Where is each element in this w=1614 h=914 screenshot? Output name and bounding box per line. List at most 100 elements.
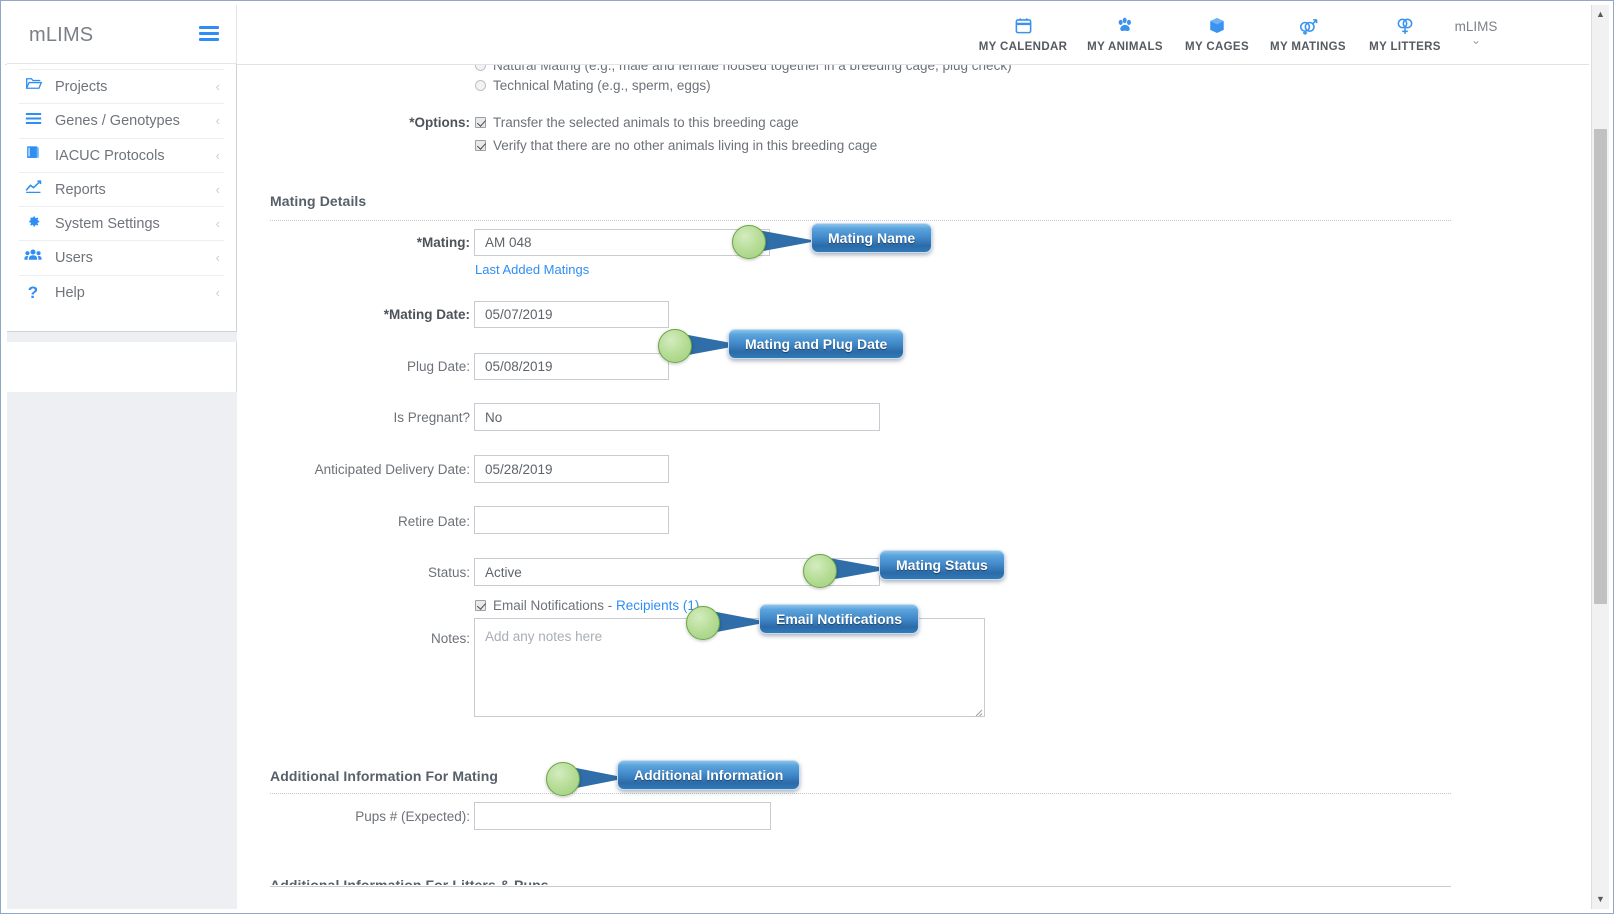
option-transfer-checkbox[interactable]: [475, 117, 486, 128]
technical-mating-radio[interactable]: [475, 80, 486, 91]
option-verify-row[interactable]: Verify that there are no other animals l…: [475, 138, 877, 153]
sidebar-item-label: System Settings: [55, 216, 160, 233]
option-verify-checkbox[interactable]: [475, 140, 486, 151]
chevron-left-icon: ‹: [215, 113, 220, 129]
plug-date-label: Plug Date:: [406, 359, 470, 374]
sidebar-item-projects[interactable]: Projects ‹: [19, 70, 224, 105]
mating-date-input[interactable]: [474, 301, 669, 328]
sidebar-item-help[interactable]: ? Help ‹: [19, 276, 224, 310]
is-pregnant-label: Is Pregnant?: [393, 410, 470, 425]
callout-bubble: Mating Name: [811, 223, 933, 253]
anticipated-delivery-date-label: Anticipated Delivery Date:: [314, 462, 470, 477]
notes-label: Notes:: [430, 631, 470, 646]
email-notifications-checkbox[interactable]: [475, 600, 486, 611]
topnav-label: MY MATINGS: [1270, 41, 1346, 53]
mating-date-label: *Mating Date:: [383, 307, 470, 322]
litters-pups-heading: Additional Information For Litters & Pup…: [270, 877, 549, 885]
pups-expected-input[interactable]: [474, 802, 771, 830]
last-added-matings-link[interactable]: Last Added Matings: [475, 262, 589, 277]
sidebar-item-genes-genotypes[interactable]: Genes / Genotypes ‹: [19, 104, 224, 139]
callout-anchor-dot: [732, 225, 766, 259]
mating-details-divider: [270, 220, 1451, 221]
recipients-link[interactable]: Recipients (1): [616, 598, 699, 613]
mating-label: *Mating:: [416, 235, 470, 250]
sidebar-item-label: Projects: [55, 79, 108, 95]
sidebar-item-iacuc-protocols[interactable]: IACUC Protocols ‹: [19, 139, 224, 173]
sidebar-lower-white-panel: [7, 342, 237, 392]
sidebar-lower-fill: [7, 392, 237, 909]
sidebar-item-system-settings[interactable]: System Settings ‹: [19, 207, 224, 242]
topnav-item-my-matings[interactable]: MY MATINGS: [1253, 15, 1363, 53]
option-transfer-label: Transfer the selected animals to this br…: [493, 115, 799, 130]
sidebar-item-users[interactable]: Users ‹: [19, 241, 224, 276]
callout-anchor-dot: [686, 606, 720, 640]
sidebar-item-label: Genes / Genotypes: [55, 113, 180, 130]
retire-date-label: Retire Date:: [397, 514, 470, 529]
options-label: *Options:: [409, 115, 470, 130]
email-notifications-row[interactable]: Email Notifications - Recipients (1): [475, 598, 699, 613]
natural-mating-radio-row[interactable]: Natural Mating (e.g., male and female ho…: [475, 65, 1175, 74]
status-label: Status:: [427, 565, 470, 580]
additional-information-divider: [270, 793, 1451, 794]
topnav-label: MY CALENDAR: [978, 41, 1068, 53]
mating-symbols-icon: [1253, 15, 1363, 37]
email-notifications-separator: -: [604, 598, 617, 613]
is-pregnant-input[interactable]: [474, 403, 880, 431]
scroll-down-arrow-icon[interactable]: ▼: [1592, 891, 1609, 908]
technical-mating-label: Technical Mating (e.g., sperm, eggs): [493, 78, 711, 93]
callout-bubble: Additional Information: [617, 760, 801, 790]
sidebar: Litters ‹ Projects ‹: [7, 64, 237, 332]
textarea-resize-handle[interactable]: [974, 708, 983, 717]
option-verify-label: Verify that there are no other animals l…: [493, 138, 878, 153]
technical-mating-radio-row[interactable]: Technical Mating (e.g., sperm, eggs): [475, 78, 711, 93]
chevron-left-icon: ‹: [215, 79, 220, 94]
folder-icon: [19, 70, 47, 104]
page-canvas: mLIMS MY CALENDAR MY ANIMALS MY CAGES MY…: [5, 5, 1609, 909]
user-menu-name: mLIMS: [1454, 19, 1498, 34]
gear-icon: [19, 207, 47, 241]
chevron-left-icon: ‹: [215, 216, 220, 232]
callout-anchor-dot: [546, 762, 580, 796]
natural-mating-label: Natural Mating (e.g., male and female ho…: [493, 65, 1012, 73]
top-bar: mLIMS MY CALENDAR MY ANIMALS MY CAGES MY…: [5, 5, 1589, 65]
scroll-up-arrow-icon[interactable]: ▲: [1592, 6, 1609, 23]
chart-icon: [19, 173, 47, 207]
chevron-down-icon: ⌄: [1470, 33, 1482, 47]
scrollbar-thumb[interactable]: [1594, 129, 1607, 604]
litters-pups-divider: [270, 886, 1451, 887]
pups-expected-label: Pups # (Expected):: [355, 809, 470, 824]
question-icon: ?: [27, 282, 39, 302]
chevron-left-icon: ‹: [215, 284, 220, 300]
plug-date-input[interactable]: [474, 353, 669, 380]
application-window: mLIMS MY CALENDAR MY ANIMALS MY CAGES MY…: [0, 0, 1614, 914]
sidebar-item-label: IACUC Protocols: [55, 147, 165, 164]
sidebar-item-label: Reports: [55, 181, 106, 198]
calendar-icon: [968, 15, 1078, 37]
user-menu[interactable]: mLIMS ⌄: [1431, 19, 1521, 47]
sidebar-item-label: Users: [55, 250, 93, 267]
natural-mating-radio[interactable]: [475, 65, 486, 71]
main-content: Natural Mating (e.g., male and female ho…: [238, 65, 1589, 909]
sidebar-item-reports[interactable]: Reports ‹: [19, 173, 224, 208]
vertical-scrollbar[interactable]: ▲ ▼: [1591, 5, 1609, 909]
list-icon: [19, 104, 47, 138]
brand-title: mLIMS: [29, 24, 94, 46]
book-icon: [19, 139, 47, 173]
callout-anchor-dot: [803, 554, 837, 588]
topnav-item-my-calendar[interactable]: MY CALENDAR: [968, 15, 1078, 53]
additional-information-heading: Additional Information For Mating: [270, 768, 499, 784]
callout-bubble: Mating and Plug Date: [728, 329, 905, 359]
anticipated-delivery-date-input[interactable]: [474, 455, 669, 483]
users-icon: [19, 241, 47, 275]
mating-input[interactable]: [474, 229, 770, 256]
email-notifications-label: Email Notifications: [493, 598, 605, 613]
sidebar-item-label: Help: [55, 284, 85, 301]
callout-anchor-dot: [658, 329, 692, 363]
chevron-left-icon: ‹: [215, 147, 220, 163]
retire-date-input[interactable]: [474, 506, 669, 534]
option-transfer-row[interactable]: Transfer the selected animals to this br…: [475, 115, 799, 130]
chevron-left-icon: ‹: [215, 250, 220, 266]
hamburger-menu-icon[interactable]: [199, 26, 219, 42]
callout-bubble: Mating Status: [879, 550, 1005, 580]
brand-box: mLIMS: [7, 5, 237, 64]
